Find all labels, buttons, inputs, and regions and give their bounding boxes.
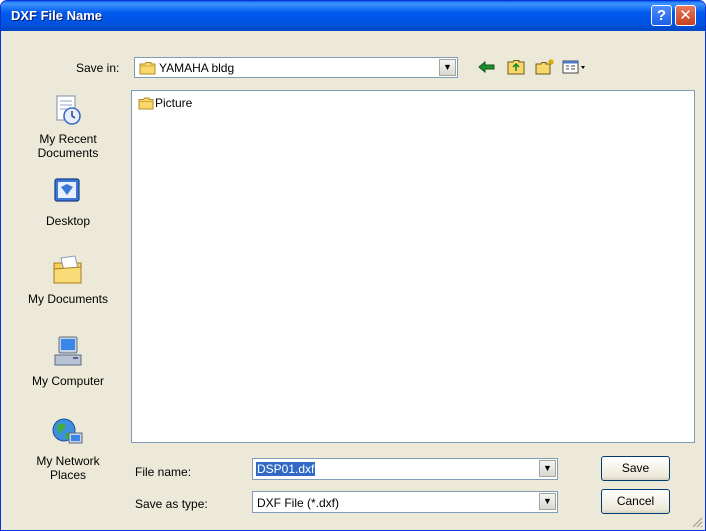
- views-menu-icon[interactable]: [561, 58, 587, 76]
- place-label: My Recent Documents: [37, 132, 99, 160]
- cancel-button[interactable]: Cancel: [601, 489, 670, 514]
- network-places-icon: [52, 418, 83, 444]
- recent-documents-icon: [56, 95, 81, 125]
- dropdown-arrow-icon[interactable]: ▼: [439, 59, 456, 76]
- my-computer-icon: [54, 336, 82, 366]
- dropdown-arrow-icon[interactable]: ▼: [539, 460, 556, 477]
- new-folder-icon[interactable]: [534, 58, 556, 76]
- folder-icon: [139, 62, 156, 75]
- place-label: My Computer: [31, 374, 105, 388]
- places-bar: My Recent Documents Desktop My Documents: [21, 87, 115, 499]
- dxf-file-dialog: DXF File Name ? ✕ Save in: YAMAHA bldg ▼: [0, 0, 706, 531]
- my-documents-icon: [53, 255, 82, 284]
- save-in-value: YAMAHA bldg: [159, 61, 235, 75]
- file-list[interactable]: Picture: [131, 90, 695, 443]
- title-bar[interactable]: DXF File Name ? ✕: [1, 1, 705, 31]
- place-label: Desktop: [45, 214, 91, 228]
- help-button[interactable]: ?: [651, 5, 672, 26]
- save-as-type-label: Save as type:: [135, 497, 208, 511]
- file-name: Picture: [155, 96, 193, 110]
- save-in-label: Save in:: [76, 61, 120, 75]
- save-as-type-value: DXF File (*.dxf): [257, 496, 340, 510]
- desktop-icon: [54, 178, 80, 202]
- place-my-documents[interactable]: My Documents: [21, 253, 115, 306]
- place-label: My Network Places: [36, 454, 100, 482]
- save-as-type-dropdown[interactable]: DXF File (*.dxf) ▼: [252, 491, 558, 513]
- file-name-value: DSP01.dxf: [256, 462, 316, 476]
- file-name-label: File name:: [135, 465, 192, 479]
- close-button[interactable]: ✕: [675, 5, 696, 26]
- up-folder-icon[interactable]: [506, 58, 526, 76]
- place-my-computer[interactable]: My Computer: [21, 335, 115, 388]
- close-icon: ✕: [679, 7, 692, 24]
- place-label: My Documents: [27, 292, 109, 306]
- dropdown-arrow-icon[interactable]: ▼: [539, 493, 556, 510]
- question-mark-icon: ?: [656, 7, 667, 24]
- folder-icon: [138, 97, 154, 110]
- file-name-field[interactable]: DSP01.dxf ▼: [252, 458, 558, 480]
- place-recent-documents[interactable]: My Recent Documents: [21, 93, 115, 160]
- window-title: DXF File Name: [11, 8, 103, 23]
- resize-grip-icon[interactable]: [691, 516, 703, 528]
- place-network[interactable]: My Network Places: [21, 415, 115, 482]
- back-arrow-icon[interactable]: [477, 58, 497, 76]
- save-button[interactable]: Save: [601, 456, 670, 481]
- list-item[interactable]: Picture: [138, 96, 192, 113]
- save-in-dropdown[interactable]: YAMAHA bldg ▼: [134, 57, 458, 78]
- place-desktop[interactable]: Desktop: [21, 175, 115, 228]
